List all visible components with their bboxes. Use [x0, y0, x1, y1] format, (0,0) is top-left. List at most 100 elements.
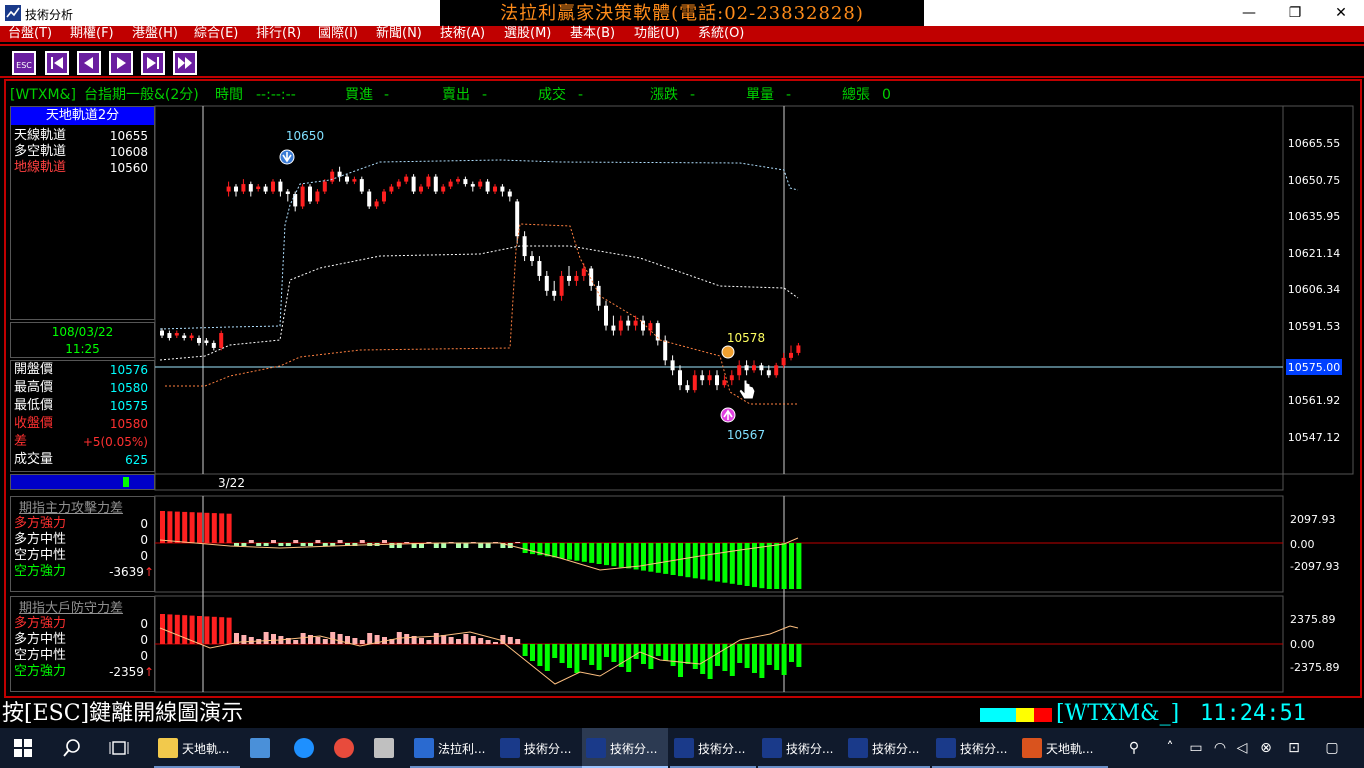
attack-bar [604, 543, 609, 566]
defense-bar [604, 644, 609, 657]
task-view-button[interactable] [108, 738, 130, 758]
defense-bar [352, 638, 358, 644]
attack-bar [567, 543, 572, 560]
quote-rows-label-2: 最低價 [14, 398, 54, 413]
scroll-bar[interactable] [10, 474, 155, 490]
candle-body [685, 385, 690, 391]
taskbar-item-10[interactable]: 技術分... [844, 728, 930, 768]
attack-bar [315, 540, 321, 543]
ime-icon[interactable]: ⊡ [1284, 738, 1304, 758]
status-color-legend [980, 708, 1054, 722]
candle-body [226, 186, 231, 192]
search-button[interactable] [62, 738, 82, 758]
taskbar-item-6[interactable]: 技術分... [496, 728, 582, 768]
taskbar-item-12[interactable]: 天地軌... [1018, 728, 1108, 768]
defense-bar [737, 644, 743, 663]
taskbar-item-label: 技術分... [872, 742, 920, 756]
defense-bar [729, 644, 735, 676]
defense-bar [271, 634, 276, 644]
quote-rows-label-1: 最高價 [14, 380, 54, 395]
candle-body [752, 365, 756, 371]
people-icon[interactable]: ⚲ [1124, 738, 1144, 758]
defense-panel-title: 期指大戶防守力差 [19, 601, 124, 616]
taskbar-item-9[interactable]: 技術分... [758, 728, 844, 768]
notification-x-icon[interactable]: ⊗ [1256, 738, 1276, 758]
candle-body [692, 375, 697, 391]
candle-body [485, 181, 490, 192]
quote-rows-label-0: 開盤價 [14, 362, 54, 377]
price-tick-label: 10561.92 [1288, 394, 1341, 407]
defense-bar [752, 644, 757, 673]
up-arrow-icon: ↑ [143, 665, 154, 679]
attack-bar [685, 543, 691, 578]
up-arrow-icon: ↑ [143, 565, 154, 579]
candle-body [256, 186, 261, 190]
taskbar-item-8[interactable]: 技術分... [670, 728, 756, 768]
defense-bar [330, 632, 336, 644]
taskbar-item-5[interactable]: 法拉利... [410, 728, 496, 768]
candle-body [678, 370, 682, 386]
price-tick-label: 10635.95 [1288, 210, 1341, 223]
candle-body [456, 179, 460, 182]
defense-tick-label: -2375.89 [1290, 661, 1339, 674]
candle-body [626, 320, 631, 326]
ind-rows-value-0: 10655 [109, 129, 148, 143]
taskbar-item-label: 技術分... [786, 742, 834, 756]
defense-panel: 期指大戶防守力差 多方強力 0 多方中性 0 空方中性 0 空方強力 -2359↑ [10, 596, 155, 692]
paint-icon [374, 738, 394, 758]
p2-rows-label-2: 空方中性 [14, 548, 67, 563]
attack-bar [618, 543, 624, 568]
attack-bar [781, 543, 787, 589]
candle-body [722, 380, 727, 386]
candle-body [707, 375, 712, 381]
candle-body [396, 181, 401, 187]
taskbar-item-7[interactable]: 技術分... [582, 728, 668, 768]
quote-rows-label-4: 差 [14, 434, 28, 449]
attack-bar [285, 543, 291, 546]
quote-rows-value-3: 10580 [109, 417, 148, 431]
candle-body [463, 179, 468, 185]
defense-bar [633, 644, 639, 659]
p2-rows-label-0: 多方強力 [14, 516, 67, 531]
chart-icon [500, 738, 520, 758]
taskbar-item-3[interactable] [324, 728, 364, 768]
attack-bar [515, 542, 521, 543]
taskbar-item-11[interactable]: 技術分... [932, 728, 1018, 768]
taskbar-item-0[interactable]: 天地軌... [154, 728, 240, 768]
chart-icon [762, 738, 782, 758]
defense-bar [537, 644, 543, 666]
start-button[interactable] [14, 739, 32, 757]
attack-bar [796, 543, 802, 589]
search-icon [63, 739, 80, 757]
attack-bar [641, 543, 646, 571]
volume-icon[interactable]: ◁ [1232, 738, 1252, 758]
datetime-panel: 108/03/22 11:25 [10, 322, 155, 358]
attack-bar [700, 543, 706, 580]
chevron-up-icon[interactable]: ˄ [1160, 738, 1180, 758]
indicator-title: 天地軌道2分 [11, 107, 154, 125]
battery-icon[interactable]: ▭ [1186, 738, 1206, 758]
taskbar-item-4[interactable] [364, 728, 404, 768]
wifi-icon[interactable]: ◠ [1210, 738, 1230, 758]
candle-body [507, 191, 512, 197]
candle-body [367, 191, 372, 207]
candle-body [515, 201, 520, 237]
attack-bar [404, 542, 410, 543]
scroll-thumb[interactable] [123, 477, 129, 487]
mid-marker-icon [721, 345, 735, 359]
desktop-icon [250, 738, 270, 758]
defense-bar [448, 637, 454, 644]
defense-bar [322, 639, 328, 644]
price-tick-label: 10547.12 [1288, 431, 1341, 444]
action-center-icon[interactable]: ▢ [1322, 738, 1342, 758]
attack-panel-title: 期指主力攻擊力差 [19, 501, 124, 516]
attack-bar [722, 543, 728, 583]
quote-rows-value-5: 625 [125, 453, 148, 467]
candle-body [589, 268, 594, 286]
taskbar-item-1[interactable] [240, 728, 280, 768]
p3-rows-label-1: 多方中性 [14, 632, 67, 647]
candle-body [382, 191, 386, 202]
taskbar-item-2[interactable] [284, 728, 324, 768]
attack-bar [463, 543, 469, 548]
x-axis-date-label: 3/22 [218, 476, 245, 490]
